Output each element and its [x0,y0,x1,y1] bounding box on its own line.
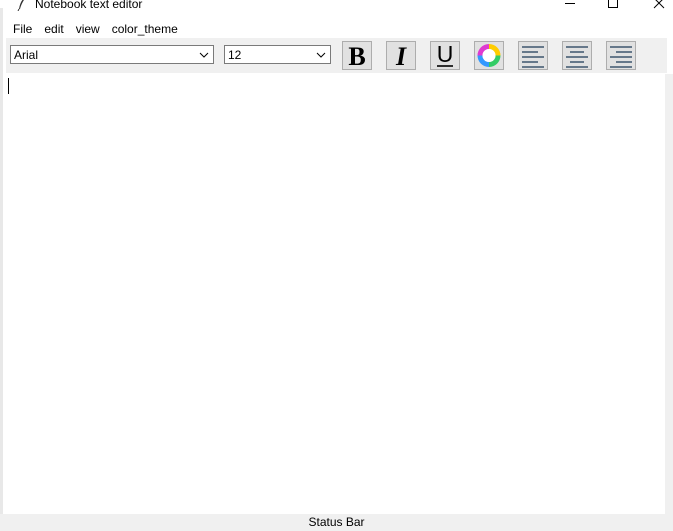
menu-color-theme[interactable]: color_theme [106,19,184,39]
chevron-down-icon [316,52,326,58]
align-center-button[interactable] [562,41,592,70]
maximize-icon [608,0,618,8]
font-family-value: Arial [14,48,39,62]
window-title: Notebook text editor [35,0,143,11]
align-left-button[interactable] [518,41,548,70]
menu-file[interactable]: File [4,19,38,39]
align-left-icon [522,46,544,68]
align-center-icon [566,46,588,68]
maximize-button[interactable] [601,0,625,12]
svg-text:B: B [348,42,365,69]
menu-edit[interactable]: edit [38,19,69,39]
font-family-select[interactable]: Arial [10,45,214,64]
chevron-down-icon [199,52,209,58]
bold-icon: B [348,42,365,69]
underline-icon: U [437,42,454,67]
color-wheel-icon [477,44,501,67]
align-right-icon [610,46,632,68]
minimize-button[interactable] [559,0,583,12]
status-bar: Status Bar [0,514,673,531]
menu-view[interactable]: view [70,19,106,39]
text-color-button[interactable] [474,41,504,70]
font-size-value: 12 [228,48,242,62]
status-text: Status Bar [308,515,365,529]
close-icon [653,0,665,9]
svg-text:I: I [395,42,407,69]
window-edge [0,8,3,531]
font-size-select[interactable]: 12 [224,45,331,64]
italic-icon: I [395,42,407,69]
underline-button[interactable]: U [430,41,460,70]
align-right-button[interactable] [606,41,636,70]
minimize-icon [565,3,575,4]
close-button[interactable] [647,0,671,12]
text-editor-area[interactable] [6,74,665,514]
svg-text:U: U [437,42,454,67]
vertical-scrollbar[interactable] [665,74,673,514]
feather-icon [17,0,24,11]
italic-button[interactable]: I [386,41,416,70]
toolbar: Arial 12 B I U [6,38,667,73]
title-bar: Notebook text editor [0,0,673,12]
bold-button[interactable]: B [342,41,372,70]
text-cursor [8,78,9,94]
menu-bar: File edit view color_theme [4,19,184,39]
